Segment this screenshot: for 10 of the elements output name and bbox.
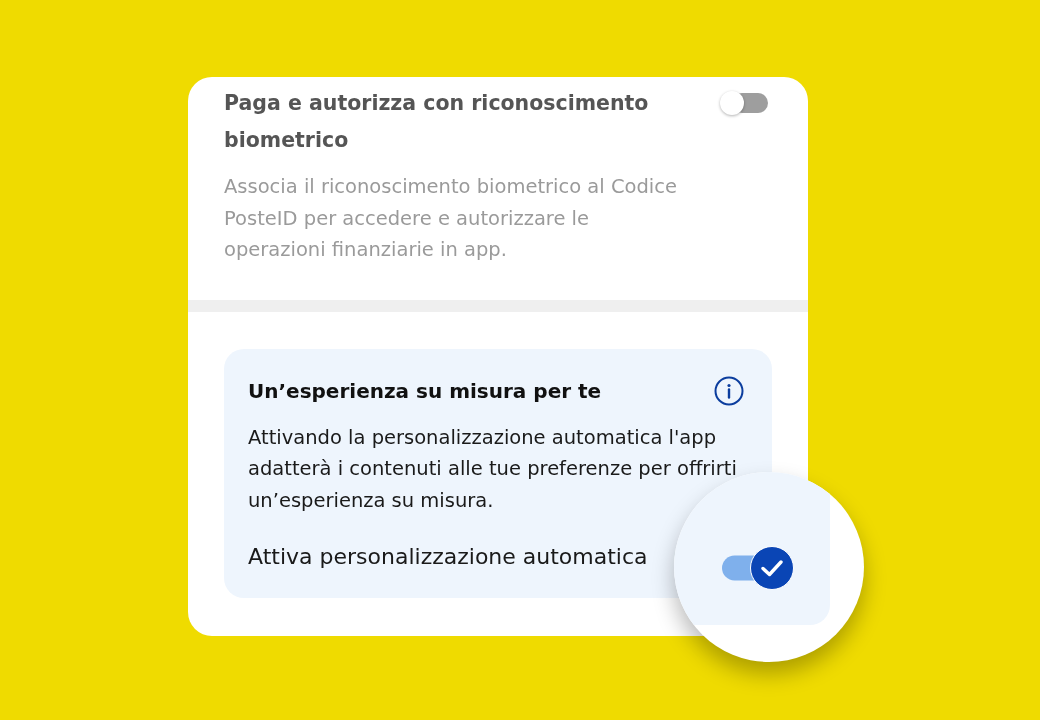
setting-title: Paga e autorizza con riconoscimento biometrico [224,90,650,154]
info-icon[interactable] [714,375,744,406]
card-title: Un’esperienza su misura per te [248,377,602,405]
setting-description: Associa il riconoscimento biometrico al Codice PosteID per accedere e autorizzare le operazioni finanziarie in app. [224,174,678,263]
toggle-label: Attiva personalizzazione automatica [248,543,649,571]
card-description: Attivando la personalizzazione automatica l'app adatterà i contenuti alle tue preferenze per offrirti un’esperienza su misura. [248,424,738,514]
toggle-switch[interactable] [722,546,794,590]
toggle-switch[interactable] [720,91,770,115]
check-icon [750,546,794,590]
toggle-knob [720,91,744,115]
